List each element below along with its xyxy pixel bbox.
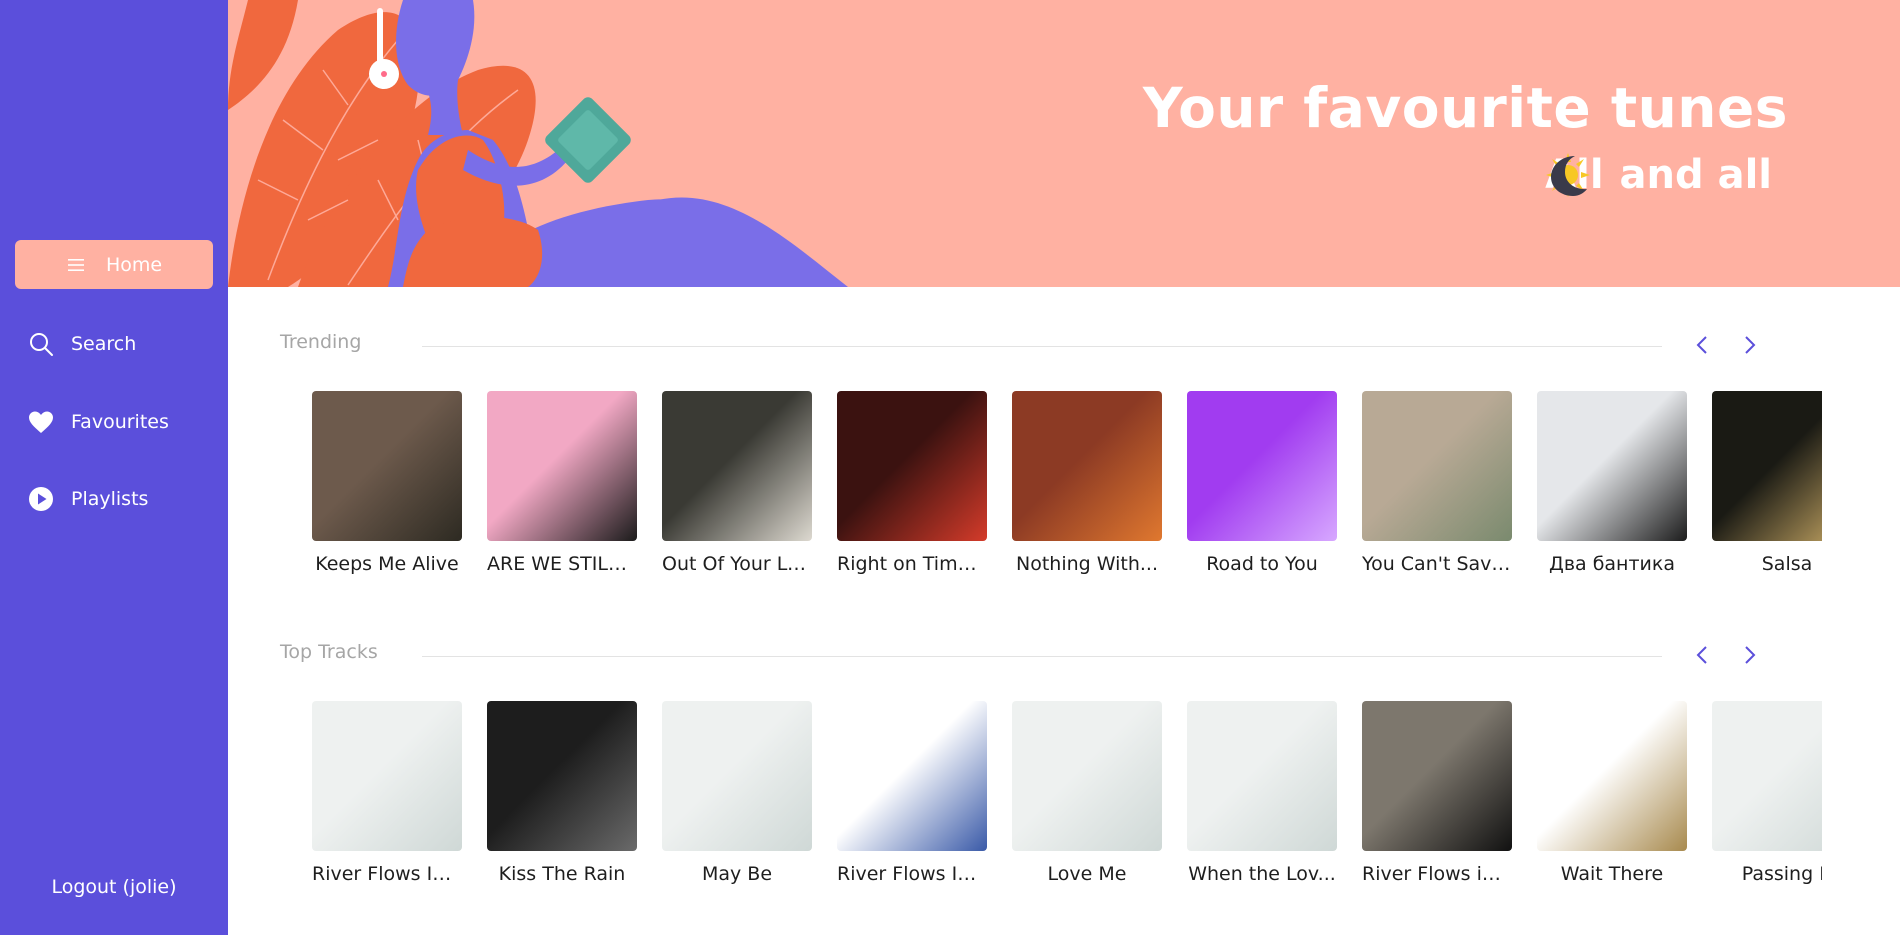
section-divider bbox=[422, 346, 1662, 347]
trending-next-button[interactable] bbox=[1738, 333, 1762, 357]
album-title: Keeps Me Alive bbox=[315, 553, 459, 575]
album-title: River Flows In ... bbox=[312, 863, 462, 885]
top-tracks-next-button[interactable] bbox=[1738, 643, 1762, 667]
banner-subtitle: All and all bbox=[1545, 152, 1780, 198]
album-cover bbox=[1362, 701, 1512, 851]
album-title: May Be bbox=[701, 863, 773, 885]
album-title: When the Lov... bbox=[1188, 863, 1336, 885]
album-title: River Flows In ... bbox=[837, 863, 987, 885]
search-icon bbox=[28, 331, 54, 357]
album-title: Wait There bbox=[1560, 863, 1664, 885]
album-card[interactable]: River Flows In ... bbox=[312, 701, 462, 885]
sidebar-item-label: Playlists bbox=[71, 487, 149, 510]
album-title: Passing B bbox=[1741, 863, 1822, 885]
chevron-left-icon bbox=[1696, 646, 1707, 664]
album-card[interactable]: Road to You bbox=[1187, 391, 1337, 575]
album-cover bbox=[1187, 391, 1337, 541]
play-circle-icon bbox=[28, 486, 54, 512]
album-cover bbox=[1362, 391, 1512, 541]
album-title: Right on Time ... bbox=[837, 553, 987, 575]
album-title: Kiss The Rain bbox=[498, 863, 626, 885]
sidebar-item-favourites[interactable]: Favourites bbox=[15, 397, 213, 446]
sidebar-item-label: Home bbox=[105, 253, 163, 276]
top-tracks-carousel: River Flows In ... Kiss The Rain May Be Riv… bbox=[312, 701, 1822, 901]
sidebar-item-search[interactable]: Search bbox=[15, 319, 213, 368]
album-title: River Flows in ... bbox=[1362, 863, 1512, 885]
album-cover bbox=[1712, 701, 1822, 851]
sidebar-item-playlists[interactable]: Playlists bbox=[15, 474, 213, 523]
sidebar-item-label: Search bbox=[71, 332, 137, 355]
album-cover bbox=[1012, 391, 1162, 541]
heart-icon bbox=[28, 409, 54, 435]
album-card[interactable]: Passing B bbox=[1712, 701, 1822, 885]
album-title: Road to You bbox=[1206, 553, 1318, 575]
album-card[interactable]: River Flows in ... bbox=[1362, 701, 1512, 885]
sidebar: Home Search Favourites Playlists Logout … bbox=[0, 0, 228, 935]
album-cover bbox=[837, 701, 987, 851]
trending-header: Trending bbox=[280, 331, 1780, 361]
album-cover bbox=[1537, 391, 1687, 541]
album-cover bbox=[487, 391, 637, 541]
album-card[interactable]: Out Of Your Le... bbox=[662, 391, 812, 575]
logout-button[interactable]: Logout (jolie) bbox=[0, 876, 228, 898]
album-card[interactable]: Nothing With... bbox=[1012, 391, 1162, 575]
album-card[interactable]: Right on Time ... bbox=[837, 391, 987, 575]
section-divider bbox=[422, 656, 1662, 657]
album-card[interactable]: Salsa bbox=[1712, 391, 1822, 575]
app: Home Search Favourites Playlists Logout … bbox=[0, 0, 1902, 935]
trending-carousel: Keeps Me Alive ARE WE STILL ... Out Of You… bbox=[312, 391, 1822, 591]
top-tracks-prev-button[interactable] bbox=[1690, 643, 1714, 667]
album-title: You Can't Save... bbox=[1362, 553, 1512, 575]
chevron-right-icon bbox=[1745, 646, 1756, 664]
album-cover bbox=[837, 391, 987, 541]
album-cover bbox=[662, 701, 812, 851]
album-title: Два бантика bbox=[1548, 553, 1676, 575]
album-card[interactable]: Два бантика bbox=[1537, 391, 1687, 575]
hero-illustration bbox=[228, 0, 848, 287]
album-cover bbox=[662, 391, 812, 541]
album-card[interactable]: Keeps Me Alive bbox=[312, 391, 462, 575]
album-card[interactable]: Wait There bbox=[1537, 701, 1687, 885]
chevron-left-icon bbox=[1696, 336, 1707, 354]
album-title: Salsa bbox=[1761, 553, 1813, 575]
album-title: Nothing With... bbox=[1015, 553, 1158, 575]
banner-title: Your favourite tunes bbox=[1142, 76, 1788, 140]
sidebar-item-label: Favourites bbox=[71, 410, 169, 433]
banner-subtitle-and-all: and all bbox=[1619, 152, 1772, 198]
album-cover bbox=[312, 701, 462, 851]
sidebar-item-home[interactable]: Home bbox=[15, 240, 213, 289]
hero-banner: Your favourite tunes All and all bbox=[228, 0, 1900, 287]
album-card[interactable]: River Flows In ... bbox=[837, 701, 987, 885]
album-cover bbox=[1012, 701, 1162, 851]
menu-icon bbox=[66, 252, 86, 278]
album-cover bbox=[1712, 391, 1822, 541]
album-cover bbox=[1537, 701, 1687, 851]
section-title-top-tracks: Top Tracks bbox=[280, 641, 378, 663]
album-card[interactable]: When the Lov... bbox=[1187, 701, 1337, 885]
chevron-right-icon bbox=[1745, 336, 1756, 354]
album-cover bbox=[312, 391, 462, 541]
album-title: ARE WE STILL ... bbox=[487, 553, 637, 575]
album-title: Love Me bbox=[1047, 863, 1127, 885]
top-tracks-header: Top Tracks bbox=[280, 641, 1780, 671]
album-card[interactable]: May Be bbox=[662, 701, 812, 885]
album-cover bbox=[1187, 701, 1337, 851]
album-card[interactable]: Kiss The Rain bbox=[487, 701, 637, 885]
album-card[interactable]: ARE WE STILL ... bbox=[487, 391, 637, 575]
album-title: Out Of Your Le... bbox=[662, 553, 812, 575]
trending-prev-button[interactable] bbox=[1690, 333, 1714, 357]
section-title-trending: Trending bbox=[280, 331, 362, 353]
album-card[interactable]: Love Me bbox=[1012, 701, 1162, 885]
album-cover bbox=[487, 701, 637, 851]
album-card[interactable]: You Can't Save... bbox=[1362, 391, 1512, 575]
